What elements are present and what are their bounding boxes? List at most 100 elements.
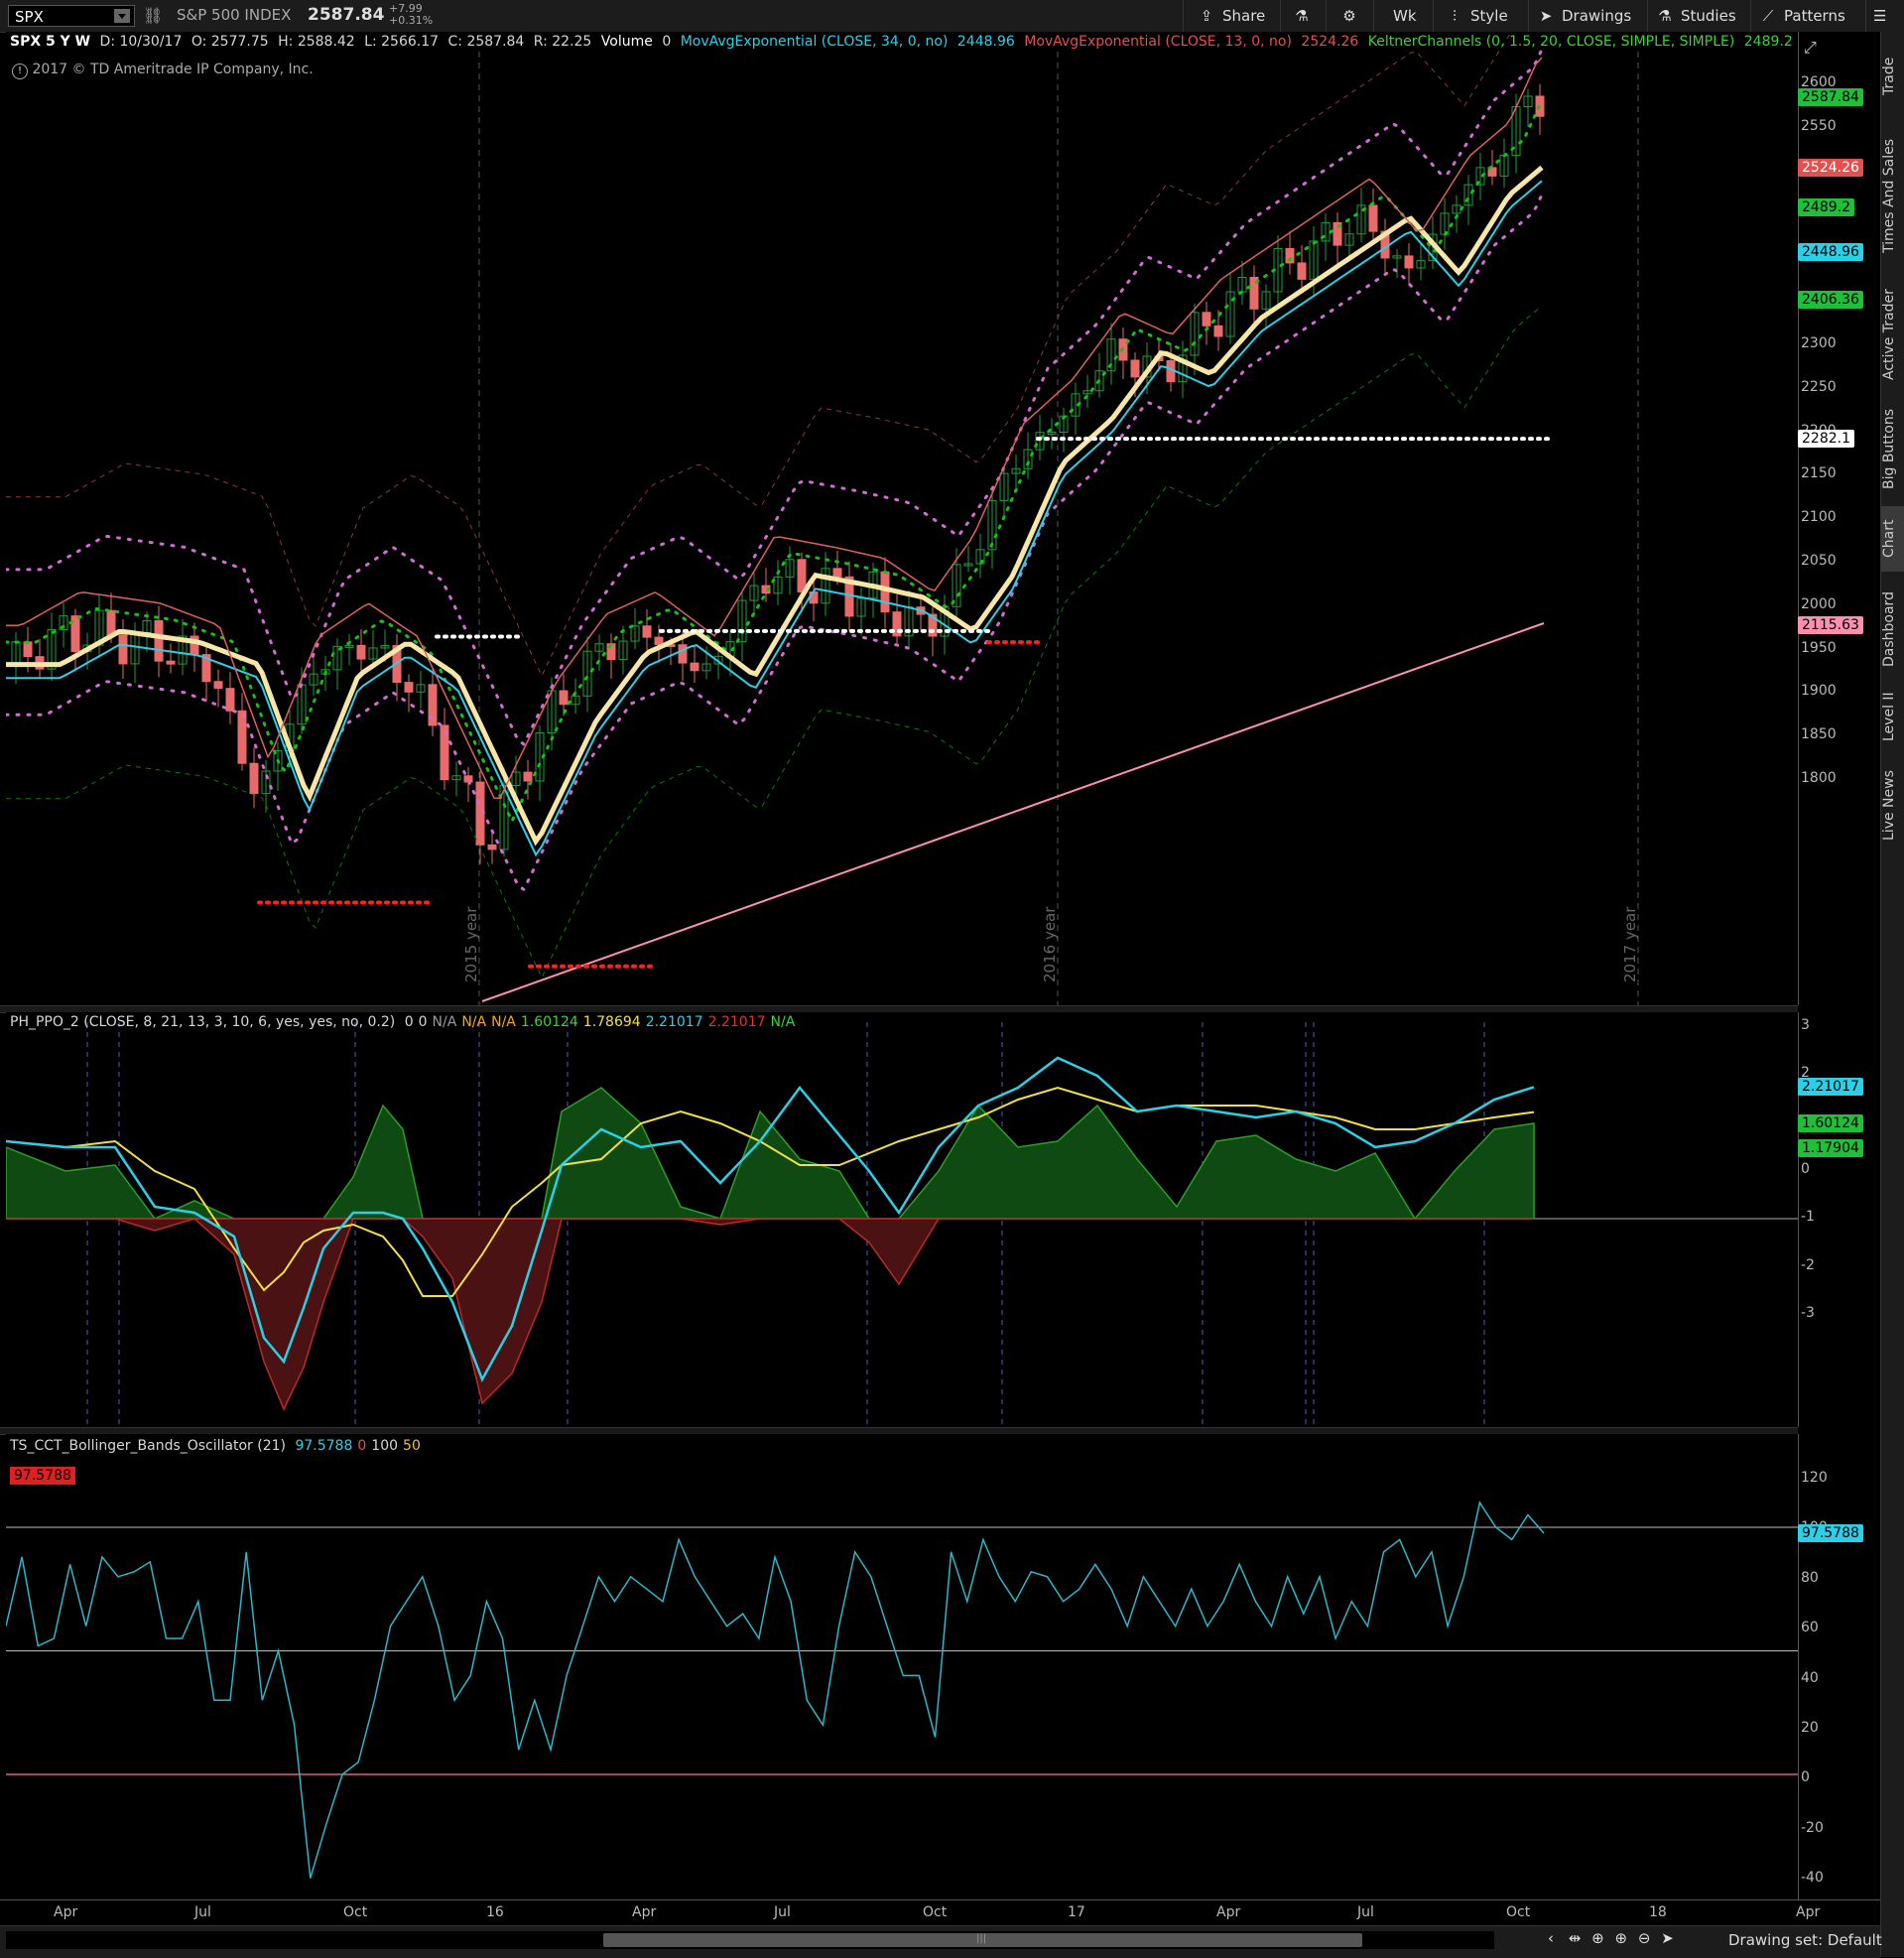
time-axis-label: Apr [1216,1904,1241,1920]
price-marker-tag: 1.60124 [1798,1113,1863,1132]
price-marker-tag: 2489.2 [1798,197,1854,216]
chevron-down-icon[interactable] [114,9,130,23]
zoom-out-icon[interactable]: ⊖ [1638,1929,1651,1947]
rail-tab-chart[interactable]: Chart [1881,506,1904,572]
menu-icon[interactable]: ☰ [1873,4,1886,28]
candle-body [1202,312,1211,326]
symbol-selector[interactable]: SPX [8,5,135,27]
oscillator-header: TS_CCT_Bollinger_Bands_Oscillator (21) 9… [10,1438,426,1454]
candle-body [1368,204,1378,232]
year-label: 2017 year [1621,906,1639,982]
oscillator-axis-tick: 80 [1801,1569,1819,1586]
oscillator-axis-tick: -20 [1801,1819,1824,1836]
ema13-line [6,57,1543,799]
rail-tab-live-news[interactable]: Live News [1881,756,1904,855]
cursor-arrow-icon[interactable]: ➤ [1661,1929,1674,1947]
keltner-lower-band [6,193,1544,892]
candle-body [678,644,688,664]
rail-tab-active-trader[interactable]: Active Trader [1881,280,1904,389]
time-axis-label: 17 [1068,1904,1085,1920]
ppo-axis-tick: 0 [1801,1161,1810,1177]
year-label: 2015 year [462,906,480,982]
patterns-button[interactable]: ⟋ Patterns [1758,4,1845,28]
time-axis-label: Oct [343,1904,368,1920]
candle-body [106,609,116,636]
price-axis-tick: 2000 [1801,595,1837,612]
settings-button[interactable]: ⚙ [1339,4,1365,28]
time-axis-label: Jul [774,1904,791,1920]
rail-tab-level-ii[interactable]: Level II [1881,687,1904,746]
flask-button[interactable]: ⚗ [1292,4,1318,28]
oscillator-value-2: 100 [371,1438,399,1454]
rail-tab-times-and-sales[interactable]: Times And Sales [1881,121,1904,270]
pattern-icon: ⟋ [1762,7,1774,25]
price-axis-tick: 2150 [1801,465,1837,482]
chart-title: SPX 5 Y W [10,34,91,50]
scrollbar-thumb[interactable]: ||| [603,1933,1362,1947]
copyright: ! 2017 © TD Ameritrade IP Company, Inc. [12,62,314,79]
oscillator-value-3: 50 [403,1438,421,1454]
scroll-left-icon[interactable]: ‹ [1548,1929,1554,1947]
rail-tab-trade[interactable]: Trade [1881,42,1904,111]
ppo-value-5: 1.60124 [520,1014,578,1030]
ppo-panel[interactable] [6,1012,1798,1427]
ppo-value-1: 0 [418,1014,428,1030]
link-icon[interactable]: ⛓ [143,6,163,25]
candle-body [559,690,569,706]
ppo-histogram-positive [6,1087,1535,1221]
rail-tab-dashboard[interactable]: Dashboard [1881,580,1904,679]
studies-button[interactable]: ⚗ Studies [1655,4,1735,28]
info-icon: ! [12,64,28,79]
price-axis-tick: 2050 [1801,552,1837,569]
ppo-value-9: N/A [770,1014,796,1030]
flask-icon: ⚗ [1658,7,1672,25]
candle-body [654,636,664,646]
gear-icon: ⚙ [1342,7,1356,25]
time-axis[interactable]: Apr Jul Oct 16 Apr Jul Oct 17 Apr Jul Oct 18 Apr [0,1899,1880,1926]
ppo-canvas[interactable] [6,1012,1798,1427]
oscillator-panel[interactable] [6,1434,1798,1899]
timeframe-button[interactable]: Wk [1393,4,1417,28]
oscillator-canvas[interactable] [6,1434,1798,1899]
oscillator-axis-tick: 120 [1801,1470,1828,1486]
last-price: 2587.84 [308,5,385,25]
crosshair-icon[interactable]: ⊕ [1591,1929,1604,1947]
year-label: 2016 year [1041,906,1059,982]
drawing-set-label[interactable]: Drawing set: Default [1728,1931,1882,1949]
style-button[interactable]: ⫶ Style [1445,4,1508,28]
candle-body [797,559,807,592]
oscillator-axis-tick: 60 [1801,1620,1819,1636]
oscillator-axis-tick: 40 [1801,1669,1819,1686]
price-chart-panel[interactable]: 2015 year 2016 year 2017 year [6,32,1798,1005]
price-marker-tag: 2.21017 [1798,1078,1863,1097]
share-button[interactable]: ⇪ Share [1197,4,1266,28]
candle-body [1213,325,1223,337]
ppo-value-3: N/A [461,1014,487,1030]
oscillator-axis-tick: 20 [1801,1719,1819,1736]
ppo-axis-tick: -1 [1801,1209,1815,1226]
chart-nav-controls: ‹ ⇹ ⊕ ⊕ ⊖ ➤ [1548,1929,1674,1947]
oscillator-value-0: 97.5788 [295,1438,353,1454]
drawings-button[interactable]: ➤ Drawings [1536,4,1632,28]
candle-body [213,681,223,690]
price-axis-tick: 1850 [1801,726,1837,743]
candle-body [690,662,699,672]
oscillator-study-name: TS_CCT_Bollinger_Bands_Oscillator (21) [10,1438,287,1454]
rail-tab-big-buttons[interactable]: Big Buttons [1881,399,1904,498]
expand-horizontal-icon[interactable]: ⇹ [1569,1929,1582,1947]
price-chart-canvas[interactable]: 2015 year 2016 year 2017 year [6,32,1798,1005]
chart-settings-icon[interactable]: ⤢ [1804,38,1826,58]
oscillator-axis-tick: 0 [1801,1769,1810,1786]
price-axis-tick: 1900 [1801,683,1837,700]
time-axis-label: Jul [1357,1904,1374,1920]
time-axis-label: Apr [1796,1904,1821,1920]
right-rail: Trade Times And Sales Active Trader Big … [1880,32,1904,1957]
price-marker-tag: 2448.96 [1798,243,1863,262]
ppo-value-2: N/A [432,1014,457,1030]
zoom-in-icon[interactable]: ⊕ [1615,1929,1628,1947]
long-moving-average-line [481,622,1545,1002]
time-axis-label: 16 [486,1904,504,1920]
ppo-histogram-negative [6,1218,1534,1411]
price-marker-tag: 2524.26 [1798,159,1863,178]
oscillator-value-badge: 97.5788 [10,1467,75,1485]
